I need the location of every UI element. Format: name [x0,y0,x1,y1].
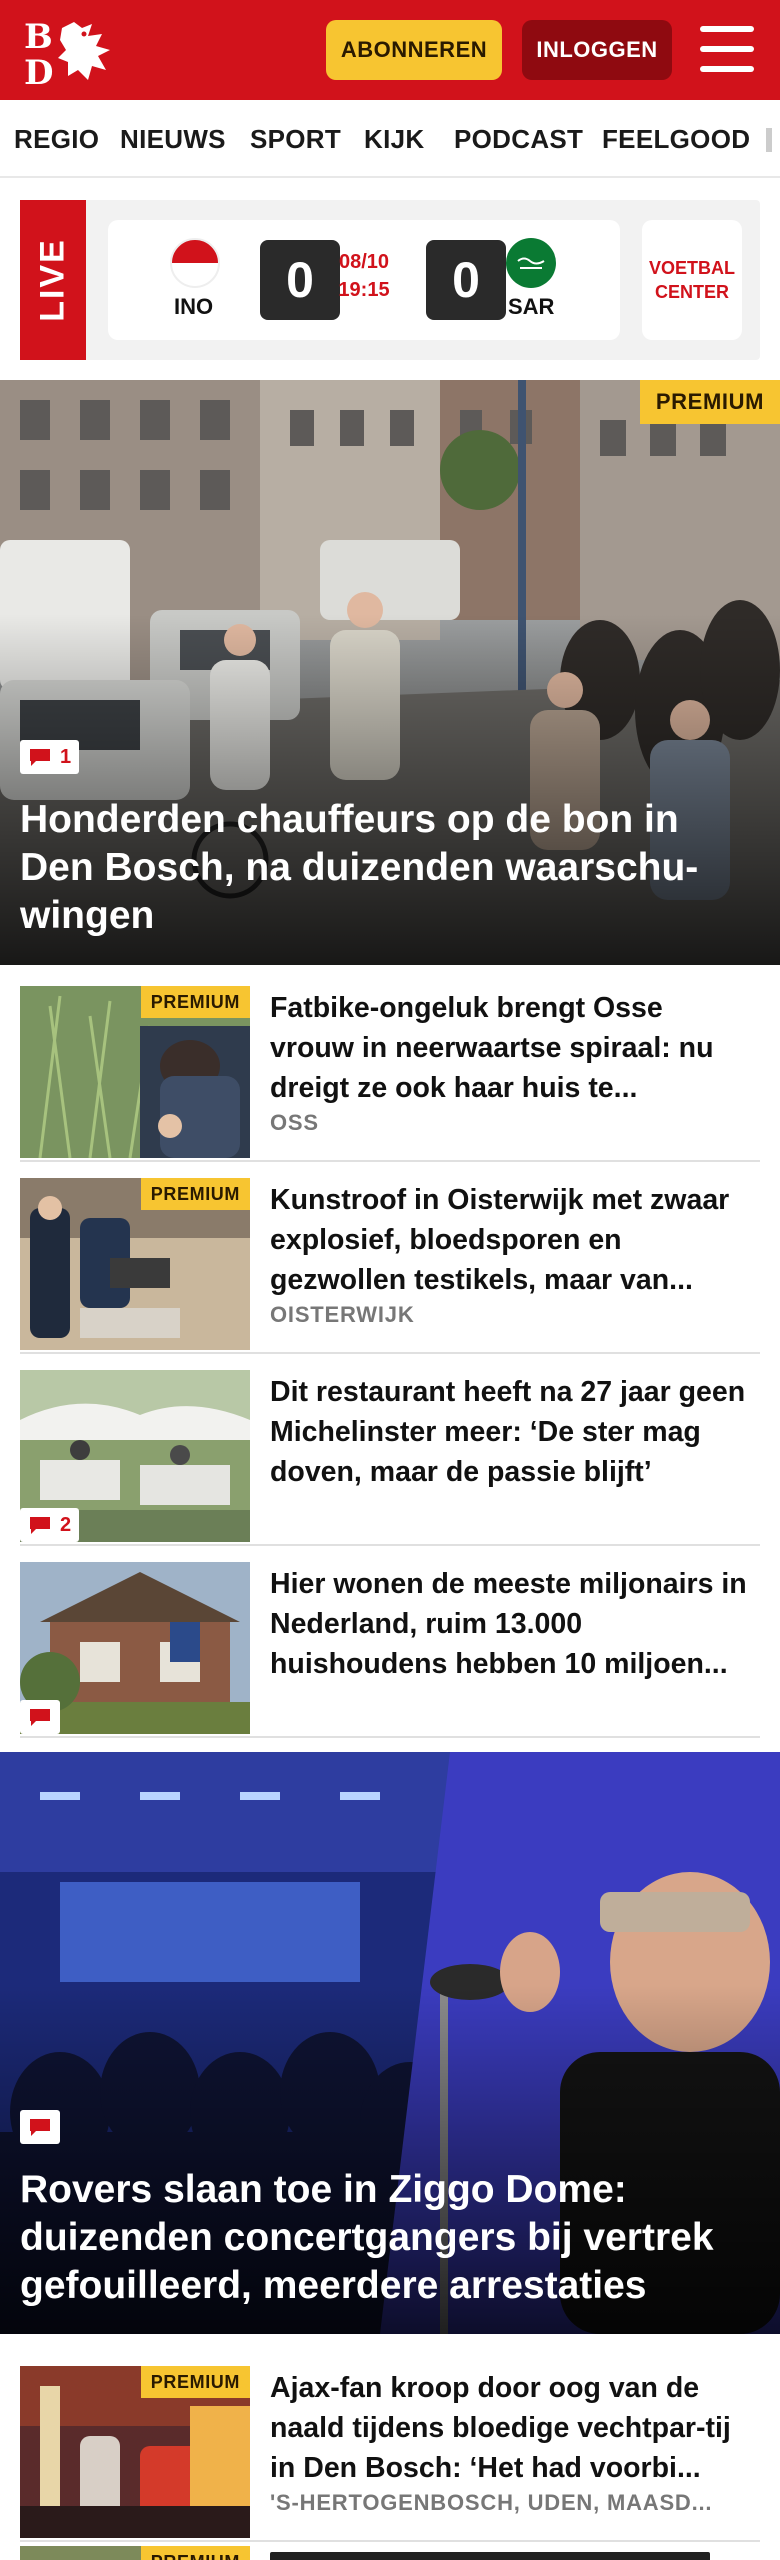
premium-badge: PREMIUM [639,380,780,424]
article-thumbnail-partial[interactable]: PREMIUM [20,2546,250,2560]
comment-icon [30,2119,50,2136]
section-nav: REGIO NIEUWS SPORT KIJK PODCAST FEELGOOD [0,100,780,178]
list-item[interactable]: PREMIUM Ajax-fan kroop door oog van de n… [20,2350,760,2542]
article-title[interactable]: Kunstroof in Oisterwijk met zwaar explos… [270,1180,750,1300]
site-header: B D ABONNEREN INLOGGEN [0,0,780,100]
saudi-arabia-flag-icon [506,238,556,288]
indonesia-flag-icon [170,238,220,288]
comment-icon [30,1517,50,1534]
subscribe-button[interactable]: ABONNEREN [326,20,502,80]
premium-badge: PREMIUM [140,2546,250,2560]
match-card[interactable]: INO 0 08/10 19:15 0 SAR [108,220,620,340]
match-datetime: 08/10 19:15 [330,248,398,304]
article-title[interactable]: Hier wonen de meeste miljonairs in Neder… [270,1564,750,1684]
list-item[interactable]: PREMIUM Kunstroof in Oisterwijk met zwaa… [20,1162,760,1354]
premium-badge: PREMIUM [140,2366,250,2398]
comment-count-badge[interactable]: 2 [20,1508,80,1542]
hero-article-1[interactable]: PREMIUM 1 Honderden chauffeurs op de bon… [0,380,780,965]
live-tag: LIVE [20,200,86,360]
article-thumbnail: PREMIUM [20,2366,250,2538]
away-team-code: SAR [508,294,555,319]
premium-badge: PREMIUM [140,1178,250,1210]
hamburger-menu-icon[interactable] [700,26,754,72]
article-location: OSS [270,1110,319,1135]
hero-1-title[interactable]: Honderden chauffeurs op de bon in Den Bo… [20,796,740,940]
comment-count: 2 [60,1513,72,1536]
list-item[interactable]: 2 Dit restaurant heeft na 27 jaar geen M… [20,1354,760,1546]
nav-item-sport[interactable]: SPORT [250,124,341,155]
article-title[interactable]: Dit restaurant heeft na 27 jaar geen Mic… [270,1372,750,1492]
comment-count-badge[interactable]: 1 [20,740,80,774]
comment-icon [30,1709,50,1726]
article-thumbnail: PREMIUM [20,986,250,1158]
comment-count: 1 [60,745,72,768]
voetbal-center-button[interactable]: VOETBAL CENTER [642,220,742,340]
home-score: 0 [260,240,340,320]
article-title[interactable]: Ajax-fan kroop door oog van de naald tij… [270,2368,750,2488]
away-score: 0 [426,240,506,320]
match-date: 08/10 [338,251,390,273]
article-title-partial[interactable] [270,2552,730,2560]
live-score-widget: LIVE INO 0 08/10 19:15 0 SAR VOETBAL CEN… [20,200,760,360]
nav-overflow-edge [766,128,772,152]
hero-2-title[interactable]: Rovers slaan toe in Ziggo Dome: duizende… [20,2166,740,2310]
login-button[interactable]: INLOGGEN [522,20,672,80]
article-thumbnail: 2 [20,1370,250,1542]
hero-article-2[interactable]: Rovers slaan toe in Ziggo Dome: duizende… [0,1752,780,2334]
svg-text:D: D [24,53,53,86]
article-thumbnail [20,1562,250,1734]
list-item[interactable]: PREMIUM Fatbike-ongeluk brengt Osse vrou… [20,970,760,1162]
comment-icon [30,749,50,766]
nav-item-nieuws[interactable]: NIEUWS [120,124,226,155]
comment-count-badge[interactable] [20,1700,60,1734]
bd-logo[interactable]: B D [22,14,118,93]
article-location: 'S-HERTOGENBOSCH, UDEN, MAASD... [270,2490,713,2515]
svg-text:B: B [24,17,53,57]
comment-count-badge[interactable] [20,2110,60,2144]
nav-item-podcast[interactable]: PODCAST [454,124,583,155]
list-item[interactable]: Hier wonen de meeste miljonairs in Neder… [20,1546,760,1738]
article-thumbnail: PREMIUM [20,1178,250,1350]
article-location: OISTERWIJK [270,1302,415,1327]
premium-badge: PREMIUM [140,986,250,1018]
nav-item-regio[interactable]: REGIO [14,124,99,155]
nav-item-kijk[interactable]: KIJK [364,124,424,155]
match-time: 19:15 [338,279,390,301]
nav-item-feelgood[interactable]: FEELGOOD [602,124,750,155]
article-title[interactable]: Fatbike-ongeluk brengt Osse vrouw in nee… [270,988,750,1108]
home-team-code: INO [174,294,214,319]
